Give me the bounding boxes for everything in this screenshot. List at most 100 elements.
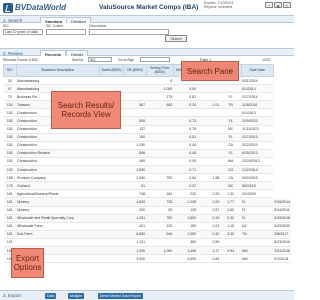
pager[interactable]: 1/227 [262,58,271,62]
table-cell: 0.81 [173,92,198,102]
sic-dropdown[interactable]: Last 10 years of data [3,29,43,35]
table-row[interactable]: 152 Construction 6/1/2013 [3,108,292,118]
column-header[interactable]: SIC [3,64,17,77]
table-cell: Nursery [16,206,100,215]
help-button[interactable]: ? [265,2,273,8]
table-cell [146,181,174,191]
table-cell: 4,509 [123,197,147,207]
table-row[interactable]: 152 Construction 150 0.81 FL 2/17/2013 [3,133,292,142]
table-cell: 0.57 [197,206,221,215]
table-cell: 600 [146,100,174,110]
table-cell: 1,408 [173,246,198,256]
table-cell [123,76,147,86]
table-cell [220,254,242,264]
table-row[interactable]: 152 Construction Related 846 0.45 FL 6/15/201… [3,149,292,158]
table-cell: 1,311 [123,238,147,247]
table-cell [99,165,124,175]
column-header[interactable]: Sales ($000) [99,64,124,77]
table-cell: 1/29/2022 [241,116,274,126]
table-row[interactable]: 152 Construction 459 0.49 WA 12/29/2013 [3,157,292,167]
table-cell: 9/1/2009 [241,189,274,199]
table-cell: 181 [3,214,17,223]
table-row[interactable]: 152 Construction 850 0.73 FL 1/29/2022 [3,116,292,126]
table-row[interactable]: 191 1,200 1,000 1,408 1.17 0.94 MN 3/31/2018 [3,246,291,256]
table-row[interactable]: 181 Nursery 200 59 135 0.57 2.60 FL 5/14/2011 [3,206,291,215]
table-row[interactable]: 155 Produce Company 2,590 750 0.54 1.58 CA 9/22… [3,173,292,183]
table-row[interactable]: 47 Manufacturing 1,000 3.00 6/1/2014 [3,84,292,94]
table-cell: 0.40 [173,141,198,150]
table-row[interactable]: 181 Sod Farm 8,650 646 1,950 0.42 3.30 TN 3/8/20… [3,230,291,239]
table-cell: 1,261 [123,214,147,223]
table-cell: MN [241,254,274,264]
export-section-title: 3. Export [3,292,22,298]
table-cell: Construction [16,133,100,142]
table-cell: CO [220,165,242,175]
search-button[interactable]: Search [165,35,187,42]
goto-label: Go to Rgn [118,57,134,62]
table-row[interactable]: 152 Construction 137 0.76 NC 11/11/2021 [3,125,292,134]
sic-codes-input[interactable] [46,29,86,35]
table-cell: 3/31/2018 [273,246,291,256]
table-cell [99,141,124,150]
table-row[interactable]: 181 Wholesale and Retail Specialty Crop 1,… [3,214,291,223]
table-cell: 150 [123,133,147,142]
sort-select[interactable]: SIC [88,57,112,62]
table-cell [99,206,124,215]
column-header[interactable]: Selling Price ($000) [145,64,174,77]
table-row[interactable]: 30 Manufacturing 8 5/31/2014 [3,76,292,86]
description-input[interactable] [89,29,169,35]
table-cell [99,254,124,264]
table-cell: 152 [3,149,17,158]
table-cell [99,149,124,158]
window-button[interactable]: ▣ [274,2,282,8]
column-header[interactable]: Sale Date [240,64,274,77]
export-data-button[interactable]: Data [45,293,57,299]
column-header[interactable]: Business Description [15,64,101,77]
table-cell: 181 [3,197,17,207]
table-row[interactable]: 191 3,000 3,000 0.84 MN 5/1/2018 [3,254,291,264]
table-cell: 137 [123,125,147,134]
table-cell: 0.94 [220,246,242,256]
table-cell: 0.54 [173,173,198,183]
table-cell: 421 [123,222,147,231]
table-row[interactable]: 70 Business Re... 175 0.81 FL 2/27/2014 [3,92,292,102]
review-section-bar: 2. Review Records Details [0,48,294,57]
table-cell: 191 [3,238,17,247]
table-row[interactable]: 181 Wholesale Farm 421 130 150 0.23 1.15 AZ 4/22… [3,222,291,231]
table-cell: Agricultural/Nursery/Plants [16,189,100,199]
table-row[interactable]: 152 Construction 3,590 0.71 CO 1/12/2014 [3,165,292,175]
table-row[interactable]: 175 Orchard 81 0.37 NC 8/5/2015 [3,181,292,191]
logout-button[interactable]: ⇱ [283,2,291,8]
table-cell: 750 [146,214,174,223]
table-cell: 450 [173,238,198,247]
table-cell: 1,800 [173,214,198,223]
table-cell: 1.15 [220,222,242,231]
table-cell: 181 [3,206,17,215]
table-cell [99,214,124,223]
direct-market-data-report-button[interactable]: Direct Market Data Report [98,293,143,299]
table-row[interactable]: 152 Construction 1,250 0.40 CA 3/12/2019 [3,141,292,150]
table-cell: Wholesale and Retail Specialty Crop [16,214,100,223]
table-cell: 728 [146,197,174,207]
table-cell: AZ [241,222,274,231]
table-row[interactable]: 181 Agricultural/Nursery/Plants 748 162 220 0… [3,189,292,199]
records-found: Records Found: 5,603 [3,57,38,62]
goto-select[interactable] [140,57,170,62]
table-cell: 2/27/2014 [241,92,274,102]
table-cell: 6/1/2014 [241,84,274,94]
table-cell: 11/11/2021 [241,125,274,134]
table-cell: Construction [16,165,100,175]
table-cell: 0.23 [197,222,221,231]
table-cell: NC [220,181,242,191]
table-cell [197,141,221,150]
table-row[interactable]: 191 1,311 450 0.59 8/23/2016 [3,238,291,247]
table-cell [146,141,174,150]
table-cell [197,149,221,158]
table-cell [123,92,147,102]
reports-text: Reports: unlimited [204,5,233,9]
column-header[interactable]: CB ($000) [122,64,147,77]
export-multiple-button[interactable]: Multiple [68,293,85,299]
table-row[interactable]: 181 Nursery 4,509 728 1,208 0.29 1.77 FL 9/16/20… [3,197,291,207]
table-cell [99,222,124,231]
table-row[interactable]: 130 Tobacco 567 600 0.30 1.01 TN 11/8/2016 [3,100,292,110]
